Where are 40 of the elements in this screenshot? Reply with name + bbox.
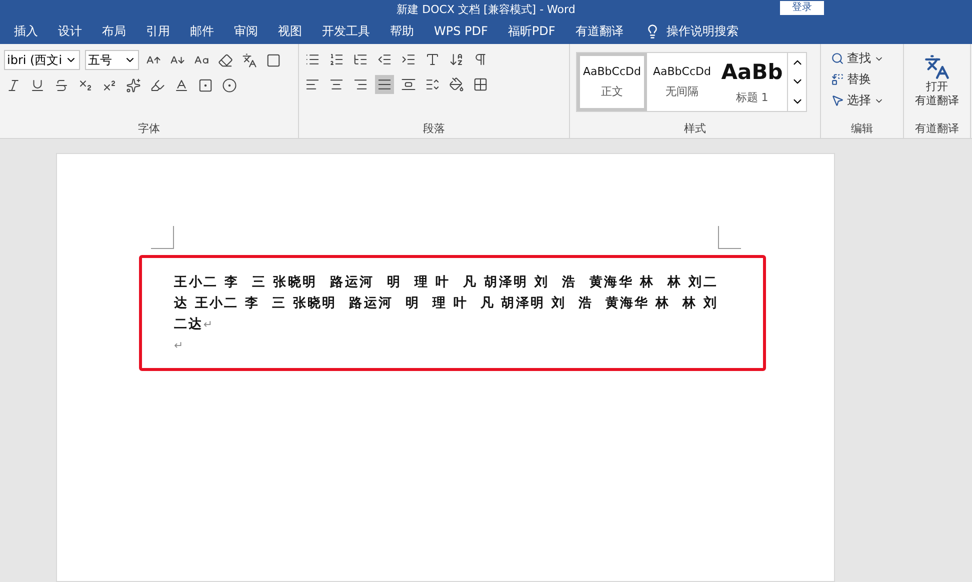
- editing-command[interactable]: 选择: [831, 92, 899, 109]
- group-label: 段落: [422, 122, 446, 137]
- editing-command[interactable]: 查找: [831, 50, 899, 67]
- document-paragraph: ↵: [174, 338, 186, 354]
- ribbon-tab[interactable]: 引用: [136, 22, 180, 40]
- ribbon-tab[interactable]: 审阅: [224, 22, 268, 40]
- translate-icon: [924, 54, 950, 80]
- font-name-field[interactable]: ibri (西文i: [4, 50, 80, 70]
- group-label: 样式: [683, 122, 707, 137]
- ribbon-tab[interactable]: 插入: [4, 22, 48, 40]
- ribbon-tab[interactable]: 布局: [92, 22, 136, 40]
- ribbon-tab[interactable]: 设计: [48, 22, 92, 40]
- search-icon: [831, 52, 844, 65]
- text-effects-icon[interactable]: [124, 76, 143, 95]
- window-title: 新建 DOCX 文档 [兼容模式] - Word: [396, 2, 576, 16]
- login-button[interactable]: 登录: [780, 1, 824, 15]
- group-label: 编辑: [850, 122, 874, 137]
- ribbon-tab[interactable]: WPS PDF: [424, 24, 498, 38]
- document-paragraph: 王小二 李 三 张晓明 路运河 明 理 叶 凡 胡泽明 刘 浩 黄海华 林 林 刘二达 王小二 李 三 张晓明 路运河 明 理 叶 凡 胡泽明 刘 浩 黄海华 林 林 刘二达↵: [174, 274, 718, 334]
- ribbon-tab[interactable]: 有道翻译: [565, 22, 634, 40]
- ribbon-tab[interactable]: 帮助: [380, 22, 424, 40]
- ribbon-tab[interactable]: 邮件: [180, 22, 224, 40]
- ribbon-tab[interactable]: 福昕PDF: [498, 22, 566, 40]
- open-youdao-button[interactable]: 打开 有道翻译: [915, 50, 959, 108]
- ribbon-tab[interactable]: 视图: [268, 22, 312, 40]
- style-item[interactable]: AaBbCcDd 正文: [577, 53, 647, 111]
- group-label: 有道翻译: [914, 122, 960, 137]
- font-size-field[interactable]: 五号: [85, 50, 139, 70]
- tell-me-search[interactable]: 操作说明搜索: [666, 22, 738, 40]
- group-label: 字体: [137, 122, 161, 137]
- pointer-icon: [831, 94, 844, 107]
- justify-icon[interactable]: [375, 75, 394, 94]
- style-item[interactable]: AaBbCcDd 无间隔: [647, 53, 717, 111]
- corner-mark: [151, 226, 174, 249]
- shading-icon[interactable]: [447, 75, 466, 94]
- ribbon-tab[interactable]: 开发工具: [312, 22, 380, 40]
- replace-icon: [831, 73, 844, 86]
- style-item[interactable]: AaBb 标题 1: [717, 53, 787, 111]
- corner-mark: [718, 226, 741, 249]
- editing-command[interactable]: 替换: [831, 71, 899, 88]
